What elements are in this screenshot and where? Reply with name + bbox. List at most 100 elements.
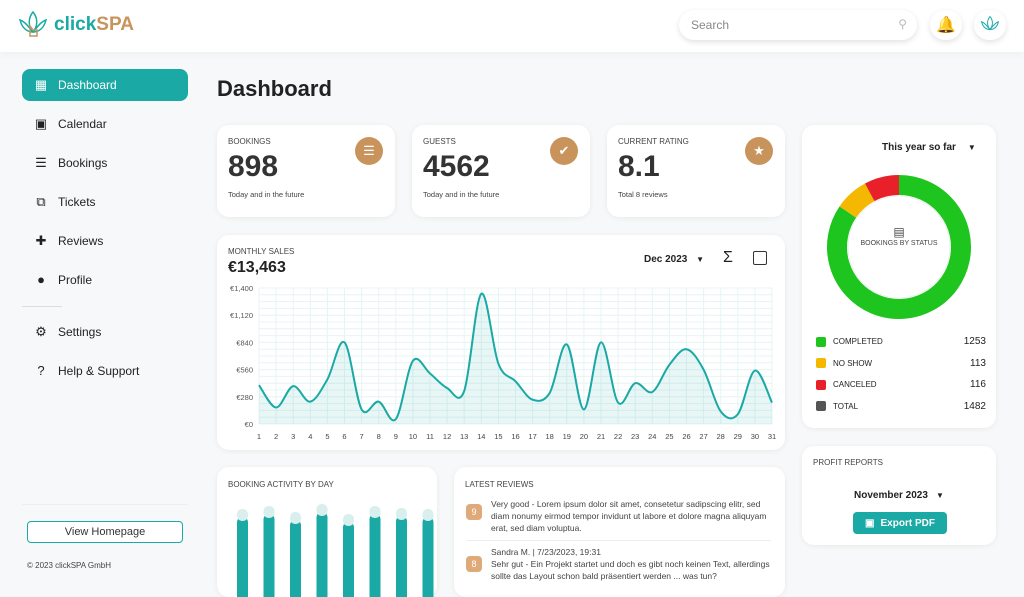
booking-activity-card: Booking activity by day xyxy=(217,467,437,597)
logo[interactable]: clickSPA xyxy=(16,8,134,42)
y-tick-label: €1,120 xyxy=(230,311,253,320)
x-tick-label: 16 xyxy=(511,432,519,441)
review-icon: ✚ xyxy=(35,233,47,248)
ticket-icon: ⧉ xyxy=(36,194,46,209)
legend-value: 113 xyxy=(970,357,986,369)
kpi-sub: Total 8 reviews xyxy=(618,190,668,199)
x-tick-label: 9 xyxy=(394,432,398,441)
activity-bar xyxy=(422,517,434,597)
page-title: Dashboard xyxy=(217,76,332,101)
list-icon: ☰ xyxy=(35,155,47,170)
divider xyxy=(22,306,62,307)
activity-bar xyxy=(290,520,301,597)
profit-month-select[interactable]: November 2023 ▼ xyxy=(854,490,944,501)
review-meta: Sandra M. | 7/23/2023, 19:31 xyxy=(491,547,601,557)
sidebar-item-profile[interactable]: ● Profile xyxy=(22,264,188,296)
activity-bar xyxy=(263,514,275,597)
guest-icon: ✔ xyxy=(550,137,578,165)
activity-bar-cap xyxy=(263,506,275,518)
notifications-button[interactable]: 🔔 xyxy=(930,10,962,40)
sidebar-item-label: Profile xyxy=(58,273,93,287)
legend-swatch xyxy=(816,379,826,390)
export-pdf-button[interactable]: ▣ Export PDF xyxy=(853,512,947,534)
y-tick-label: €560 xyxy=(236,366,253,375)
kpi-card-current-rating: Current rating 8.1 Total 8 reviews ★ xyxy=(607,125,785,217)
x-tick-label: 28 xyxy=(717,432,725,441)
legend-value: 116 xyxy=(970,379,986,390)
x-tick-label: 18 xyxy=(546,432,554,441)
period-select[interactable]: This year so far ▼ xyxy=(882,142,976,153)
sidebar-item-calendar[interactable]: ▣ Calendar xyxy=(22,108,188,140)
review-text: Sehr gut - Ein Projekt startet und doch … xyxy=(491,559,770,581)
legend-item-total: Total 1482 xyxy=(816,401,986,412)
review-score: 8 xyxy=(466,556,482,572)
x-tick-label: 30 xyxy=(751,432,759,441)
review-score: 9 xyxy=(466,504,482,520)
x-tick-label: 3 xyxy=(291,432,295,441)
sidebar: ▦ Dashboard ▣ Calendar ☰ Bookings ⧉ Tickets ✚ Rev… xyxy=(0,52,200,582)
sidebar-item-help[interactable]: ? Help & Support xyxy=(22,355,188,387)
x-tick-label: 10 xyxy=(409,432,417,441)
x-tick-label: 8 xyxy=(377,432,381,441)
legend-label: Total xyxy=(833,401,859,411)
profit-month-value: November 2023 xyxy=(854,490,928,501)
sidebar-item-bookings[interactable]: ☰ Bookings xyxy=(22,147,188,179)
legend-value: 1482 xyxy=(963,400,986,412)
donut-slice-canceled xyxy=(865,175,900,202)
account-avatar[interactable] xyxy=(974,10,1006,40)
x-tick-label: 20 xyxy=(580,432,588,441)
sidebar-item-label: Calendar xyxy=(58,117,107,131)
kpi-card-guests: Guests 4562 Today and in the future ✔ xyxy=(412,125,590,217)
activity-bar-cap xyxy=(396,508,407,520)
x-tick-label: 14 xyxy=(477,432,485,441)
sales-chart: €0€280€560€840€1,120€1,4001 2 3 4 5 6 7 8 9 10 11 1… xyxy=(230,284,776,441)
list-icon: ▤ xyxy=(893,225,905,239)
search-input[interactable]: Search ⚲ xyxy=(679,10,917,40)
review-item[interactable]: 8 Sandra M. | 7/23/2023, 19:31 Sehr gut - … xyxy=(466,546,776,582)
bell-icon: 🔔 xyxy=(936,17,956,34)
help-icon: ? xyxy=(37,363,45,378)
top-bar: clickSPA Search ⚲ 🔔 xyxy=(0,0,1024,52)
profit-label: Profit reports xyxy=(813,458,883,467)
x-tick-label: 6 xyxy=(342,432,346,441)
copyright: © 2023 clickSPA GmbH xyxy=(27,561,111,570)
legend-swatch xyxy=(816,358,826,368)
x-tick-label: 26 xyxy=(682,432,690,441)
x-tick-label: 19 xyxy=(563,432,571,441)
x-tick-label: 2 xyxy=(274,432,278,441)
sidebar-item-tickets[interactable]: ⧉ Tickets xyxy=(22,186,188,218)
person-icon: ● xyxy=(37,272,45,287)
sidebar-item-label: Help & Support xyxy=(58,364,140,378)
x-tick-label: 13 xyxy=(460,432,468,441)
divider xyxy=(466,540,771,541)
x-tick-label: 23 xyxy=(631,432,639,441)
kpi-sub: Today and in the future xyxy=(423,190,500,199)
sidebar-item-reviews[interactable]: ✚ Reviews xyxy=(22,225,188,257)
x-tick-label: 15 xyxy=(494,432,502,441)
x-tick-label: 22 xyxy=(614,432,622,441)
lotus-icon xyxy=(18,10,48,37)
chevron-down-icon: ▼ xyxy=(967,143,976,152)
x-tick-label: 7 xyxy=(360,432,364,441)
brand-name-accent: SPA xyxy=(96,14,134,35)
x-tick-label: 1 xyxy=(257,432,261,441)
x-tick-label: 27 xyxy=(699,432,707,441)
activity-bar xyxy=(369,514,381,597)
sidebar-item-gear[interactable]: ⚙ Settings xyxy=(22,316,188,348)
x-tick-label: 12 xyxy=(443,432,451,441)
review-item[interactable]: 9 Very good - Lorem ipsum dolor sit amet,… xyxy=(466,498,776,534)
activity-bar xyxy=(343,522,354,597)
bookings-status-card: This year so far ▼ ▤ Bookings by status Co… xyxy=(802,125,996,428)
legend-item: Completed 1253 xyxy=(816,336,986,347)
activity-bar xyxy=(237,517,248,597)
legend-label: No show xyxy=(833,358,873,368)
view-homepage-button[interactable]: View Homepage xyxy=(27,521,183,543)
search-icon: ⚲ xyxy=(898,17,907,31)
sidebar-item-label: Bookings xyxy=(58,156,108,170)
review-text: Very good - Lorem ipsum dolor sit amet, … xyxy=(491,499,767,533)
sidebar-item-dashboard[interactable]: ▦ Dashboard xyxy=(22,69,188,101)
donut-chart xyxy=(827,175,971,319)
y-tick-label: €0 xyxy=(245,420,253,429)
calendar-icon: ▣ xyxy=(34,116,48,131)
x-tick-label: 11 xyxy=(426,432,434,441)
